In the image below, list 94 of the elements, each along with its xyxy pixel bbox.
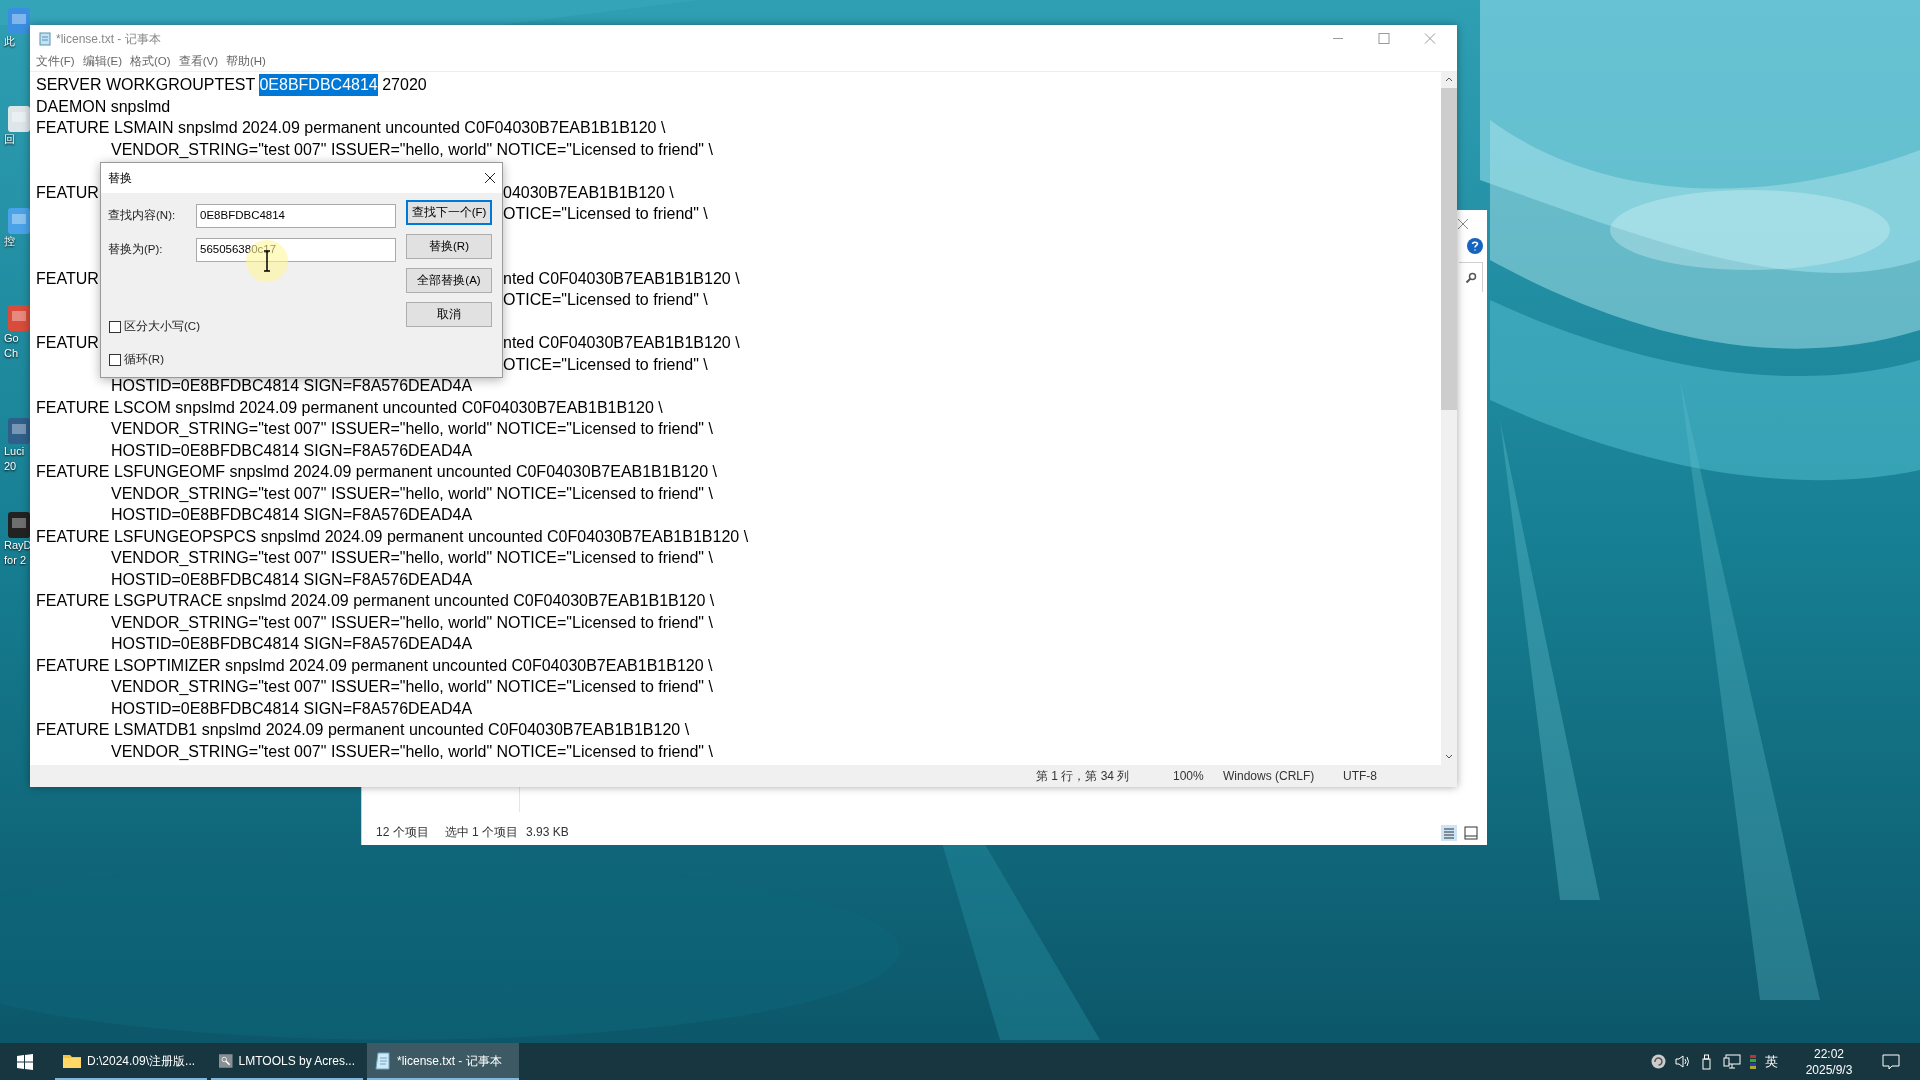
text-line: FEATURE LSFUNGEOMF snpslmd 2024.09 permanent uncounted C0F04030B7EAB1B1B120 \: [36, 463, 717, 480]
taskbar-button[interactable]: *license.txt - 记事本: [367, 1043, 519, 1080]
text-line: VENDOR_STRING="test 007" ISSUER="hello, world" NOTICE="Licensed to friend" \: [111, 613, 713, 631]
desktop-icon-label: Luci: [3, 444, 25, 459]
text-line: FEATURE LSGPUTRACE snpslmd 2024.09 permanent uncounted C0F04030B7EAB1B1B120 \: [36, 592, 715, 609]
dialog-button[interactable]: 取消: [406, 302, 492, 327]
start-icon[interactable]: [17, 1053, 33, 1070]
text-line: HOSTID=0E8BFDBC4814 SIGN=F8A576DEAD4A: [111, 377, 473, 394]
text-line: nted C0F04030B7EAB1B1B120 \: [503, 268, 740, 289]
menu-item[interactable]: 格式(O): [130, 52, 171, 71]
checkbox[interactable]: [109, 353, 121, 366]
menu-item[interactable]: 查看(V): [178, 52, 218, 71]
desktop-icon-label: Ch: [3, 346, 19, 361]
dialog-button[interactable]: 查找下一个(F): [406, 200, 492, 225]
text-line: 04030B7EAB1B1B120 \: [503, 182, 674, 203]
text-line: VENDOR_STRING="test 007" ISSUER="hello, world" NOTICE="Licensed to friend" \: [111, 420, 713, 437]
text-line: HOSTID=0E8BFDBC4814 SIGN=F8A576DEAD4A: [111, 506, 473, 523]
text-line: FEATURE LSCOM snpslmd 2024.09 permanent uncounted C0F04030B7EAB1B1B120 \: [36, 398, 663, 416]
text-line: SERVER WORKGROUPTEST: [36, 75, 256, 95]
status-text: 第 1 行，第 34 列: [1036, 768, 1131, 785]
checkbox-label: 区分大小写(C): [124, 319, 200, 334]
app-icon: [219, 1051, 233, 1070]
checkbox[interactable]: [109, 320, 121, 333]
menu-item[interactable]: 编辑(E): [82, 52, 123, 71]
text-line: HOSTID=0E8BFDBC4814 SIGN=F8A576DEAD4A: [111, 699, 473, 717]
status-text: 100%: [1173, 768, 1205, 785]
menu-item[interactable]: 帮助(H): [226, 52, 266, 71]
file-size: 3.93 KB: [526, 824, 569, 841]
text-line: HOSTID=0E8BFDBC4814 SIGN=F8A576DEAD4A: [111, 441, 473, 459]
dialog-button[interactable]: 全部替换(A): [406, 268, 492, 293]
taskbar-button[interactable]: LMTOOLS by Acres...: [211, 1043, 363, 1080]
text-line: FEATUR: [36, 182, 99, 203]
text-line: VENDOR_STRING="test 007" ISSUER="hello, world" NOTICE="Licensed to friend" \: [111, 678, 713, 695]
window-title: *license.txt - 记事本: [56, 30, 161, 48]
desktop-app-icon[interactable]: [8, 512, 30, 538]
search-field[interactable]: [1459, 262, 1483, 292]
notepad-icon: [38, 31, 52, 46]
text-line: VENDOR_STRING="test 007" ISSUER="hello, world" NOTICE="Licensed to friend" \: [111, 549, 713, 566]
scrollbar[interactable]: [1441, 72, 1457, 765]
dialog-button[interactable]: 替换(R): [406, 234, 492, 259]
text-line: OTICE="Licensed to friend" \: [503, 290, 708, 310]
clock-time[interactable]: 22:02: [1814, 1045, 1844, 1062]
text-line: FEATURE LSOPTIMIZER snpslmd 2024.09 permanent uncounted C0F04030B7EAB1B1B120 \: [36, 656, 713, 674]
text-line: FEATURE LSFUNGEOPSPCS snpslmd 2024.09 permanent uncounted C0F04030B7EAB1B1B120 \: [36, 527, 749, 545]
text-line: FEATURE LSMATDB1 snpslmd 2024.09 permanent uncounted C0F04030B7EAB1B1B120 \: [36, 721, 690, 738]
item-count: 12 个项目: [376, 824, 429, 841]
text-line: VENDOR_STRING="test 007" ISSUER="hello, world" NOTICE="Licensed to friend" \: [111, 140, 713, 158]
search-icon: [1464, 271, 1477, 284]
checkbox-label: 循环(R): [124, 352, 164, 368]
text-line: HOSTID=0E8BFDBC4814 SIGN=F8A576DEAD4A: [111, 570, 473, 588]
text-line: nted C0F04030B7EAB1B1B120 \: [503, 333, 740, 353]
folder-icon: [63, 1053, 81, 1068]
clock-date[interactable]: 2025/9/3: [1805, 1061, 1853, 1078]
notification-icon[interactable]: [1882, 1053, 1900, 1070]
text-line: 27020: [381, 75, 427, 95]
thumbnail-view-icon[interactable]: [1463, 825, 1479, 841]
usb-drive-icon[interactable]: [1700, 1053, 1714, 1070]
desktop-icon-label: 20: [3, 459, 17, 474]
details-view-icon[interactable]: [1441, 825, 1457, 841]
taskbar-button[interactable]: D:\2024.09\注册版...: [55, 1043, 207, 1080]
help-icon[interactable]: [1467, 238, 1483, 254]
sync-icon[interactable]: [1651, 1054, 1666, 1069]
status-text: Windows (CRLF): [1223, 768, 1316, 785]
selection-count: 选中 1 个项目: [444, 824, 519, 841]
desktop-icon-label: 回: [3, 132, 15, 147]
selected-text: 0E8BFDBC4814: [259, 74, 378, 96]
desktop-app-icon[interactable]: [8, 418, 30, 444]
text-line: VENDOR_STRING="test 007" ISSUER="hello, world" NOTICE="Licensed to friend" \: [111, 742, 713, 760]
volume-icon[interactable]: [1675, 1054, 1691, 1069]
text-line: HOSTID=0E8BFDBC4814 SIGN=F8A576DEAD4A: [111, 635, 473, 652]
text-line: FEATURE LSMAIN snpslmd 2024.09 permanent uncounted C0F04030B7EAB1B1B120 \: [36, 119, 666, 136]
input-method-indicator[interactable]: 英: [1765, 1051, 1778, 1072]
text-field[interactable]: 565056380c17: [196, 238, 396, 262]
notepad-icon: [375, 1051, 391, 1070]
desktop-icon-label: 控: [3, 234, 15, 249]
field-label: 查找内容(N):: [108, 208, 177, 224]
text-line: OTICE="Licensed to friend" \: [503, 354, 708, 375]
desktop-icon-label: 此: [3, 34, 15, 49]
desktop-icon-label: for 2: [3, 553, 26, 568]
text-line: FEATUR: [36, 333, 99, 353]
close-icon[interactable]: [484, 172, 496, 184]
scrollbar-thumb[interactable]: [1441, 88, 1457, 410]
text-field[interactable]: 0E8BFDBC4814: [196, 204, 396, 228]
network-icon[interactable]: [1723, 1054, 1741, 1069]
desktop-icon-label: Go: [3, 331, 19, 346]
text-line: VENDOR_STRING="test 007" ISSUER="hello, world" NOTICE="Licensed to friend" \: [111, 484, 713, 502]
text-line: FEATUR: [36, 268, 99, 289]
dialog-title: 替换: [108, 170, 132, 187]
text-line: OTICE="Licensed to friend" \: [503, 204, 708, 224]
field-label: 替换为(P):: [108, 242, 164, 258]
text-line: DAEMON snpslmd: [36, 97, 171, 115]
status-text: UTF-8: [1343, 768, 1378, 785]
menu-item[interactable]: 文件(F): [36, 52, 75, 71]
app-tray-icon[interactable]: [1750, 1054, 1756, 1069]
